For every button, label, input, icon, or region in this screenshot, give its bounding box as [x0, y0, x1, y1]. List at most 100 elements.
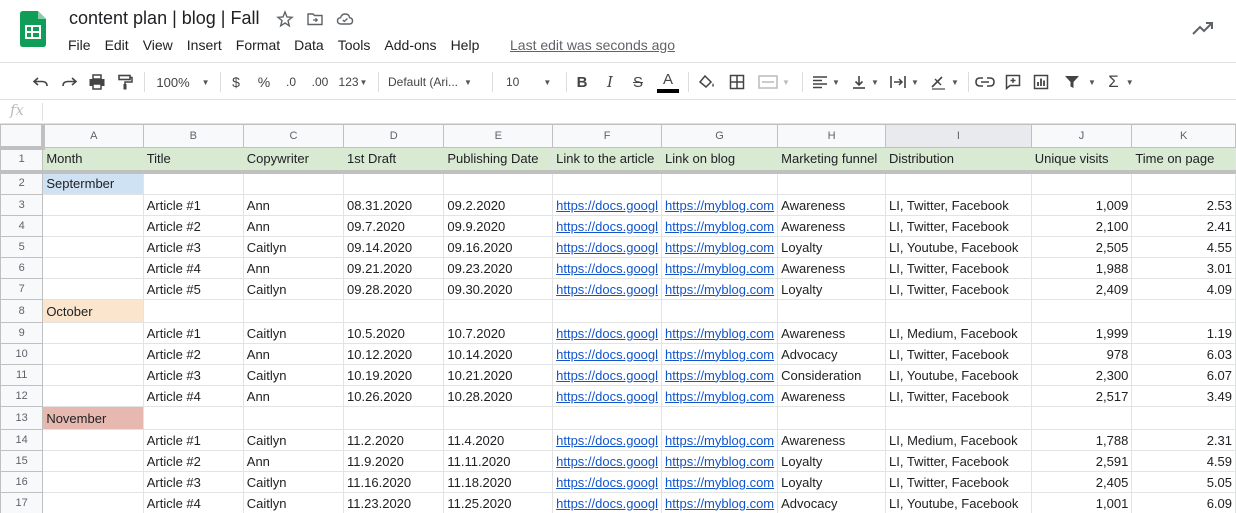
table-cell[interactable]: [661, 406, 779, 430]
table-cell[interactable]: https://myblog.com: [661, 450, 779, 472]
table-cell[interactable]: [443, 171, 554, 195]
table-cell[interactable]: LI, Twitter, Facebook: [885, 257, 1032, 279]
table-cell[interactable]: https://docs.googl: [552, 385, 663, 407]
table-cell[interactable]: 1,009: [1030, 194, 1133, 216]
sheets-logo-icon[interactable]: [20, 11, 46, 47]
table-cell[interactable]: https://myblog.com: [661, 471, 779, 493]
percent-format-button[interactable]: %: [254, 71, 274, 93]
table-cell[interactable]: 09.21.2020: [343, 257, 445, 279]
table-cell[interactable]: 2,300: [1030, 364, 1133, 386]
row-header[interactable]: 12: [0, 385, 44, 407]
table-cell[interactable]: https://myblog.com: [661, 257, 779, 279]
table-cell[interactable]: 09.28.2020: [343, 278, 445, 300]
table-cell[interactable]: 2,505: [1030, 236, 1133, 258]
row-header[interactable]: 1: [0, 147, 44, 174]
table-cell[interactable]: [885, 406, 1032, 430]
table-cell[interactable]: LI, Youtube, Facebook: [885, 492, 1032, 513]
table-cell[interactable]: https://docs.googl: [552, 364, 663, 386]
table-cell[interactable]: https://myblog.com: [661, 343, 779, 365]
table-cell[interactable]: Article #3: [142, 471, 244, 493]
menu-file[interactable]: File: [68, 37, 91, 53]
table-cell[interactable]: [777, 171, 887, 195]
insert-comment-icon[interactable]: [1002, 71, 1024, 93]
table-cell[interactable]: Caitlyn: [242, 278, 345, 300]
table-cell[interactable]: 10.14.2020: [443, 343, 554, 365]
header-cell[interactable]: 1st Draft: [343, 147, 445, 174]
table-cell[interactable]: [343, 171, 445, 195]
menu-view[interactable]: View: [143, 37, 173, 53]
text-rotation-icon[interactable]: ▼: [926, 71, 962, 93]
table-cell[interactable]: https://docs.googl: [552, 471, 663, 493]
italic-icon[interactable]: I: [600, 71, 620, 93]
menu-edit[interactable]: Edit: [105, 37, 129, 53]
table-cell[interactable]: https://myblog.com: [661, 492, 779, 513]
table-cell[interactable]: Awareness: [777, 322, 887, 344]
strikethrough-icon[interactable]: S: [628, 71, 648, 93]
functions-icon[interactable]: Σ ▼: [1104, 71, 1138, 93]
table-cell[interactable]: https://docs.googl: [552, 278, 663, 300]
font-size-select[interactable]: 10 ▼: [500, 71, 558, 93]
insert-link-icon[interactable]: [974, 71, 996, 93]
table-cell[interactable]: [661, 299, 779, 323]
table-cell[interactable]: Awareness: [777, 257, 887, 279]
table-cell[interactable]: LI, Youtube, Facebook: [885, 364, 1032, 386]
table-cell[interactable]: [42, 364, 144, 386]
table-cell[interactable]: Article #1: [142, 429, 244, 451]
table-cell[interactable]: 4.59: [1131, 450, 1236, 472]
table-cell[interactable]: 08.31.2020: [343, 194, 445, 216]
font-family-select[interactable]: Default (Ari... ▼: [388, 71, 484, 93]
table-cell[interactable]: 10.7.2020: [443, 322, 554, 344]
menu-tools[interactable]: Tools: [338, 37, 371, 53]
header-cell[interactable]: Copywriter: [242, 147, 345, 174]
column-header-b[interactable]: B: [142, 124, 244, 148]
table-cell[interactable]: 3.01: [1131, 257, 1236, 279]
row-header[interactable]: 6: [0, 257, 44, 279]
table-cell[interactable]: 11.4.2020: [443, 429, 554, 451]
table-cell[interactable]: https://myblog.com: [661, 278, 779, 300]
table-cell[interactable]: 11.18.2020: [443, 471, 554, 493]
table-cell[interactable]: [42, 236, 144, 258]
table-cell[interactable]: Caitlyn: [242, 492, 345, 513]
table-cell[interactable]: [42, 322, 144, 344]
table-cell[interactable]: Loyalty: [777, 236, 887, 258]
table-cell[interactable]: 2.41: [1131, 215, 1236, 237]
table-cell[interactable]: Caitlyn: [242, 322, 345, 344]
menu-data[interactable]: Data: [294, 37, 324, 53]
table-cell[interactable]: 09.30.2020: [443, 278, 554, 300]
increase-decimal-button[interactable]: .00: [308, 71, 332, 93]
table-cell[interactable]: Ann: [242, 385, 345, 407]
column-header-d[interactable]: D: [343, 124, 445, 148]
table-cell[interactable]: https://myblog.com: [661, 385, 779, 407]
text-wrapping-icon[interactable]: ▼: [886, 71, 922, 93]
table-cell[interactable]: https://myblog.com: [661, 215, 779, 237]
table-cell[interactable]: [552, 406, 663, 430]
table-cell[interactable]: 11.9.2020: [343, 450, 445, 472]
table-cell[interactable]: LI, Youtube, Facebook: [885, 236, 1032, 258]
table-cell[interactable]: [42, 278, 144, 300]
table-cell[interactable]: https://myblog.com: [661, 322, 779, 344]
table-cell[interactable]: https://docs.googl: [552, 257, 663, 279]
table-cell[interactable]: 11.2.2020: [343, 429, 445, 451]
row-header[interactable]: 3: [0, 194, 44, 216]
table-cell[interactable]: [42, 492, 144, 513]
table-cell[interactable]: 1,988: [1030, 257, 1133, 279]
table-cell[interactable]: [42, 215, 144, 237]
formula-input[interactable]: [50, 103, 1220, 121]
table-cell[interactable]: 11.11.2020: [443, 450, 554, 472]
table-cell[interactable]: 09.7.2020: [343, 215, 445, 237]
table-cell[interactable]: [885, 299, 1032, 323]
zoom-select[interactable]: 100% ▼: [152, 71, 214, 93]
table-cell[interactable]: [1131, 299, 1236, 323]
table-cell[interactable]: [42, 343, 144, 365]
table-cell[interactable]: Loyalty: [777, 278, 887, 300]
table-cell[interactable]: Article #1: [142, 322, 244, 344]
column-header-j[interactable]: J: [1030, 124, 1133, 148]
table-cell[interactable]: 09.16.2020: [443, 236, 554, 258]
table-cell[interactable]: 11.16.2020: [343, 471, 445, 493]
table-cell[interactable]: LI, Twitter, Facebook: [885, 215, 1032, 237]
table-cell[interactable]: 2.31: [1131, 429, 1236, 451]
horizontal-align-icon[interactable]: ▼: [808, 71, 844, 93]
table-cell[interactable]: [42, 471, 144, 493]
more-formats-button[interactable]: 123 ▼: [336, 71, 370, 93]
table-cell[interactable]: [1131, 171, 1236, 195]
